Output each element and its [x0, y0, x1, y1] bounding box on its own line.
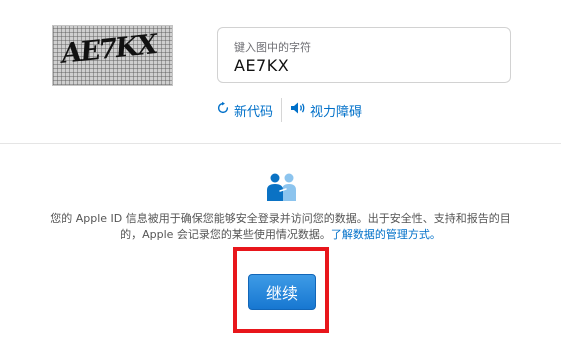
captcha-text: AE7KX [60, 28, 157, 71]
link-separator [281, 98, 283, 122]
captcha-image: AE7KX [52, 25, 173, 86]
new-code-link[interactable]: 新代码 [216, 101, 273, 120]
new-code-label: 新代码 [234, 104, 274, 120]
vision-impaired-link[interactable]: 视力障碍 [290, 101, 362, 120]
continue-button[interactable]: 继续 [248, 274, 316, 310]
section-divider [0, 143, 561, 144]
captcha-input[interactable]: 键入图中的字符 AE7KX [217, 27, 511, 83]
captcha-actions: 新代码 视力障碍 [216, 98, 362, 122]
captcha-input-label: 键入图中的字符 [234, 41, 311, 54]
privacy-notice-text: 您的 Apple ID 信息被用于确保您能够安全登录并访问您的数据。出于安全性、… [50, 212, 511, 241]
speaker-icon [290, 101, 306, 119]
people-icon [263, 172, 303, 202]
captcha-input-value[interactable]: AE7KX [234, 56, 289, 75]
refresh-icon [216, 101, 230, 119]
privacy-notice: 您的 Apple ID 信息被用于确保您能够安全登录并访问您的数据。出于安全性、… [40, 211, 521, 243]
data-management-link[interactable]: 了解数据的管理方式。 [331, 228, 441, 241]
continue-button-label: 继续 [265, 284, 298, 303]
vision-impaired-label: 视力障碍 [310, 104, 363, 120]
